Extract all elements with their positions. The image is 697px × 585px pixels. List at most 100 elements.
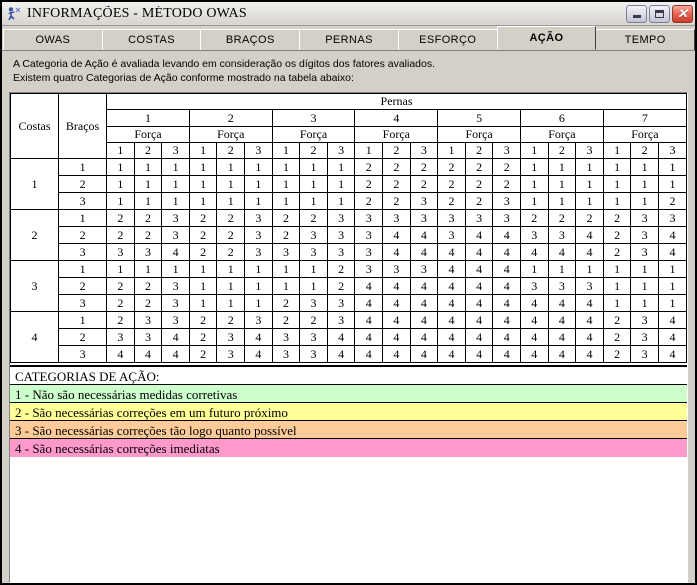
matrix-cell: 1 [271, 158, 301, 176]
header-force-6-3: 3 [575, 142, 604, 159]
header-force-7-2: 2 [630, 142, 659, 159]
matrix-cell: 4 [354, 328, 384, 346]
matrix-cell: 2 [657, 192, 687, 210]
matrix-cell: 3 [354, 260, 384, 278]
matrix-cell: 1 [602, 260, 632, 278]
matrix-cell: 4 [409, 277, 439, 295]
matrix-cell: 2 [216, 226, 246, 244]
table-body: 1111111111122222211111121111111112222221… [10, 158, 687, 363]
matrix-cell: 4 [657, 311, 687, 329]
tab-owas[interactable]: OWAS [3, 29, 103, 50]
matrix-cell: 4 [161, 345, 190, 363]
matrix-cell: 2 [547, 209, 577, 227]
matrix-cell: 2 [326, 277, 356, 295]
legend-item-3: 3 - São necessárias correções tão logo q… [10, 421, 687, 439]
matrix-cell: 3 [326, 294, 356, 312]
matrix-cell: 2 [106, 209, 135, 227]
matrix-cell: 2 [382, 192, 411, 210]
matrix-cell: 1 [244, 158, 273, 176]
matrix-cell: 4 [382, 226, 411, 244]
tab-pernas[interactable]: PERNAS [299, 29, 399, 50]
matrix-cell: 1 [657, 175, 687, 193]
tab-label: TEMPO [624, 34, 666, 46]
table-row: 41233223223444444444234 [10, 311, 687, 363]
matrix-cell: 3 [216, 328, 246, 346]
matrix-cell: 3 [244, 209, 273, 227]
matrix-cell: 1 [299, 175, 328, 193]
table-head: Costas Braços Pernas 1234567 Força Força F… [10, 93, 687, 159]
matrix-cell: 3 [382, 209, 411, 227]
matrix-cell: 4 [409, 328, 439, 346]
matrix-cell: 1 [216, 175, 246, 193]
header-row-leg-numbers: 1234567 [11, 109, 687, 127]
tab-costas[interactable]: COSTAS [101, 29, 202, 50]
matrix-cell: 4 [492, 345, 521, 363]
matrix-cell: 1 [244, 260, 273, 278]
matrix-cell: 1 [547, 192, 577, 210]
minimize-icon[interactable] [626, 4, 647, 23]
matrix-cell: 2 [106, 277, 135, 295]
matrix-cell: 1 [326, 192, 356, 210]
matrix-cell: 3 [106, 328, 135, 346]
matrix-cell: 1 [630, 260, 659, 278]
matrix-cell: 1 [520, 158, 549, 176]
matrix-cell: 2 [188, 209, 218, 227]
matrix-cell: 4 [547, 311, 577, 329]
matrix-cell: 2 [437, 175, 466, 193]
header-leg-4: 4 [354, 109, 439, 127]
matrix-cell: 4 [409, 226, 439, 244]
matrix-cell: 3 [216, 345, 246, 363]
matrix-cell: 1 [161, 175, 190, 193]
matrix-cell: 4 [409, 345, 439, 363]
tab-tempo[interactable]: TEMPO [595, 29, 696, 50]
matrix-cell: 1 [602, 277, 632, 295]
matrix-cell: 3 [354, 209, 384, 227]
intro-line-1: A Categoria de Ação é avaliada levando e… [13, 58, 436, 70]
matrix-cell: 1 [520, 175, 549, 193]
matrix-cell: 3 [492, 209, 521, 227]
matrix-cell: 1 [188, 294, 218, 312]
header-forca-leg-6: Força [520, 126, 604, 143]
matrix-cell: 3 [630, 226, 659, 244]
close-icon[interactable]: ✕ [672, 4, 693, 23]
matrix-cell: 1 [575, 175, 604, 193]
matrix-cell: 1 [326, 158, 356, 176]
header-force-4-2: 2 [382, 142, 411, 159]
matrix-cell: 4 [409, 294, 439, 312]
header-leg-5: 5 [437, 109, 521, 127]
matrix-cell: 4 [464, 243, 494, 261]
tab-esforco[interactable]: ESFORÇO [397, 29, 498, 50]
matrix-cell: 4 [657, 328, 687, 346]
matrix-cell: 2 [464, 192, 494, 210]
matrix-cell: 1 [271, 192, 301, 210]
row-label-bracos-3-1: 1 [58, 260, 108, 278]
table-row: 11111111111222222111111 [10, 158, 687, 210]
matrix-cell: 3 [299, 294, 328, 312]
matrix-cell: 1 [161, 192, 190, 210]
matrix-cell: 3 [437, 226, 466, 244]
table-row: 2111111111222222111111 [11, 175, 687, 193]
matrix-cell: 4 [382, 277, 411, 295]
matrix-cell: 3 [520, 226, 549, 244]
row-label-bracos-1-3: 3 [58, 192, 108, 210]
matrix-cell: 2 [216, 209, 246, 227]
intro-line-2: Existem quatro Categorias de Ação confor… [13, 72, 354, 84]
maximize-icon[interactable] [649, 4, 670, 23]
matrix-cell: 4 [520, 328, 549, 346]
window-controls: ✕ [626, 4, 693, 23]
matrix-cell: 4 [354, 345, 384, 363]
matrix-cell: 4 [464, 328, 494, 346]
header-row-pernas: Costas Braços Pernas [10, 93, 687, 159]
matrix-cell: 2 [437, 192, 466, 210]
tab-acao[interactable]: AÇÃO [496, 26, 597, 50]
matrix-cell: 1 [161, 158, 190, 176]
matrix-cell: 2 [299, 209, 328, 227]
matrix-cell: 2 [106, 311, 135, 329]
tab-bracos[interactable]: BRAÇOS [200, 29, 301, 50]
matrix-cell: 3 [326, 209, 356, 227]
header-force-4-3: 3 [409, 142, 439, 159]
matrix-cell: 1 [299, 277, 328, 295]
tab-label: ESFORÇO [419, 34, 477, 46]
matrix-cell: 1 [547, 158, 577, 176]
matrix-cell: 3 [492, 192, 521, 210]
